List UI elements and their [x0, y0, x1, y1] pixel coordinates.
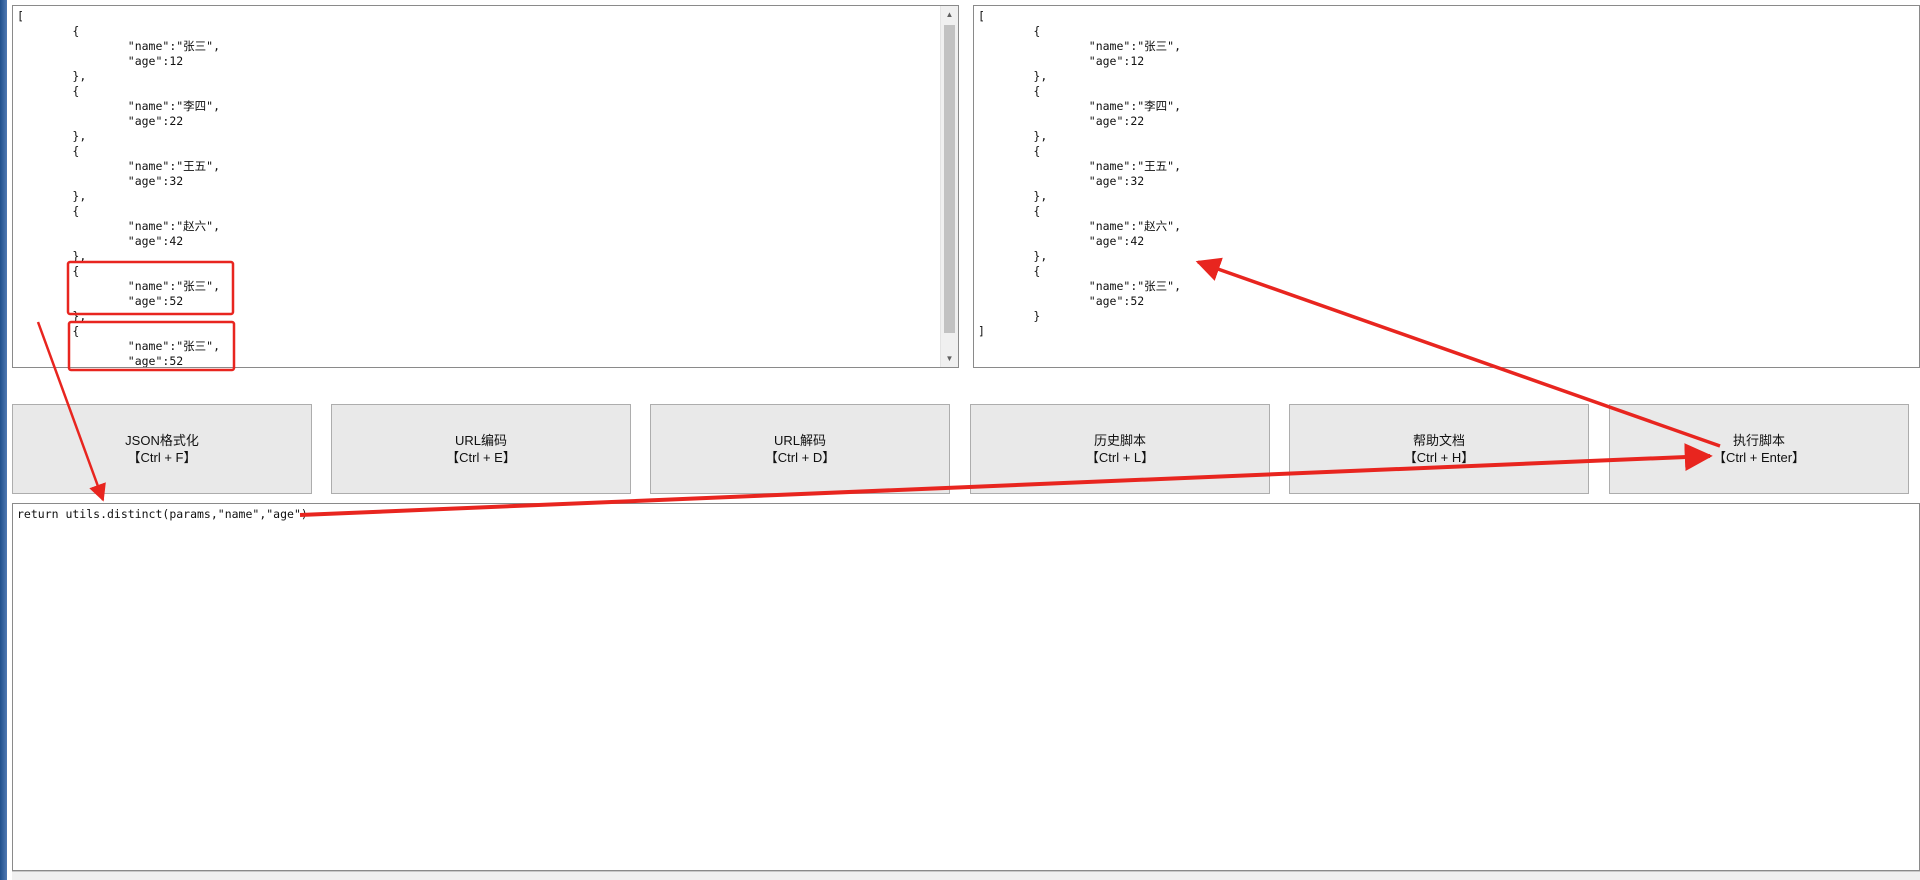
- up-arrow-icon[interactable]: ▲: [941, 6, 958, 23]
- bottom-scrollbar-area: [12, 871, 1920, 880]
- button-label: URL解码: [773, 433, 826, 448]
- button-label: JSON格式化: [125, 433, 199, 448]
- history-scripts-button[interactable]: 历史脚本 【Ctrl + L】: [970, 404, 1270, 494]
- window-edge: [0, 0, 7, 880]
- script-editor[interactable]: return utils.distinct(params,"name","age…: [12, 503, 1920, 871]
- button-label: 历史脚本: [1093, 433, 1146, 448]
- button-shortcut: 【Ctrl + D】: [764, 450, 836, 465]
- run-script-button[interactable]: 执行脚本 【Ctrl + Enter】: [1609, 404, 1909, 494]
- down-arrow-icon[interactable]: ▼: [941, 350, 958, 367]
- tool-window: [ { "name":"张三", "age":12 }, { "name":"李…: [0, 0, 1920, 880]
- button-shortcut: 【Ctrl + F】: [127, 450, 197, 465]
- button-shortcut: 【Ctrl + H】: [1403, 450, 1475, 465]
- output-json-text[interactable]: [ { "name":"张三", "age":12 }, { "name":"李…: [974, 6, 1919, 339]
- scroll-thumb[interactable]: [944, 25, 955, 333]
- toolbar: JSON格式化 【Ctrl + F】 URL编码 【Ctrl + E】 URL解…: [12, 404, 1920, 494]
- button-shortcut: 【Ctrl + L】: [1085, 450, 1155, 465]
- button-label: 帮助文档: [1412, 433, 1465, 448]
- input-json-text[interactable]: [ { "name":"张三", "age":12 }, { "name":"李…: [13, 6, 958, 367]
- button-shortcut: 【Ctrl + Enter】: [1712, 450, 1806, 465]
- input-json-pane[interactable]: [ { "name":"张三", "age":12 }, { "name":"李…: [12, 5, 959, 368]
- button-label: URL编码: [454, 433, 507, 448]
- output-json-pane[interactable]: [ { "name":"张三", "age":12 }, { "name":"李…: [973, 5, 1920, 368]
- input-scrollbar[interactable]: ▲ ▼: [940, 6, 958, 367]
- script-text[interactable]: return utils.distinct(params,"name","age…: [13, 504, 1919, 522]
- url-encode-button[interactable]: URL编码 【Ctrl + E】: [331, 404, 631, 494]
- help-docs-button[interactable]: 帮助文档 【Ctrl + H】: [1289, 404, 1589, 494]
- url-decode-button[interactable]: URL解码 【Ctrl + D】: [650, 404, 950, 494]
- button-shortcut: 【Ctrl + E】: [446, 450, 516, 465]
- json-format-button[interactable]: JSON格式化 【Ctrl + F】: [12, 404, 312, 494]
- button-label: 执行脚本: [1732, 433, 1785, 448]
